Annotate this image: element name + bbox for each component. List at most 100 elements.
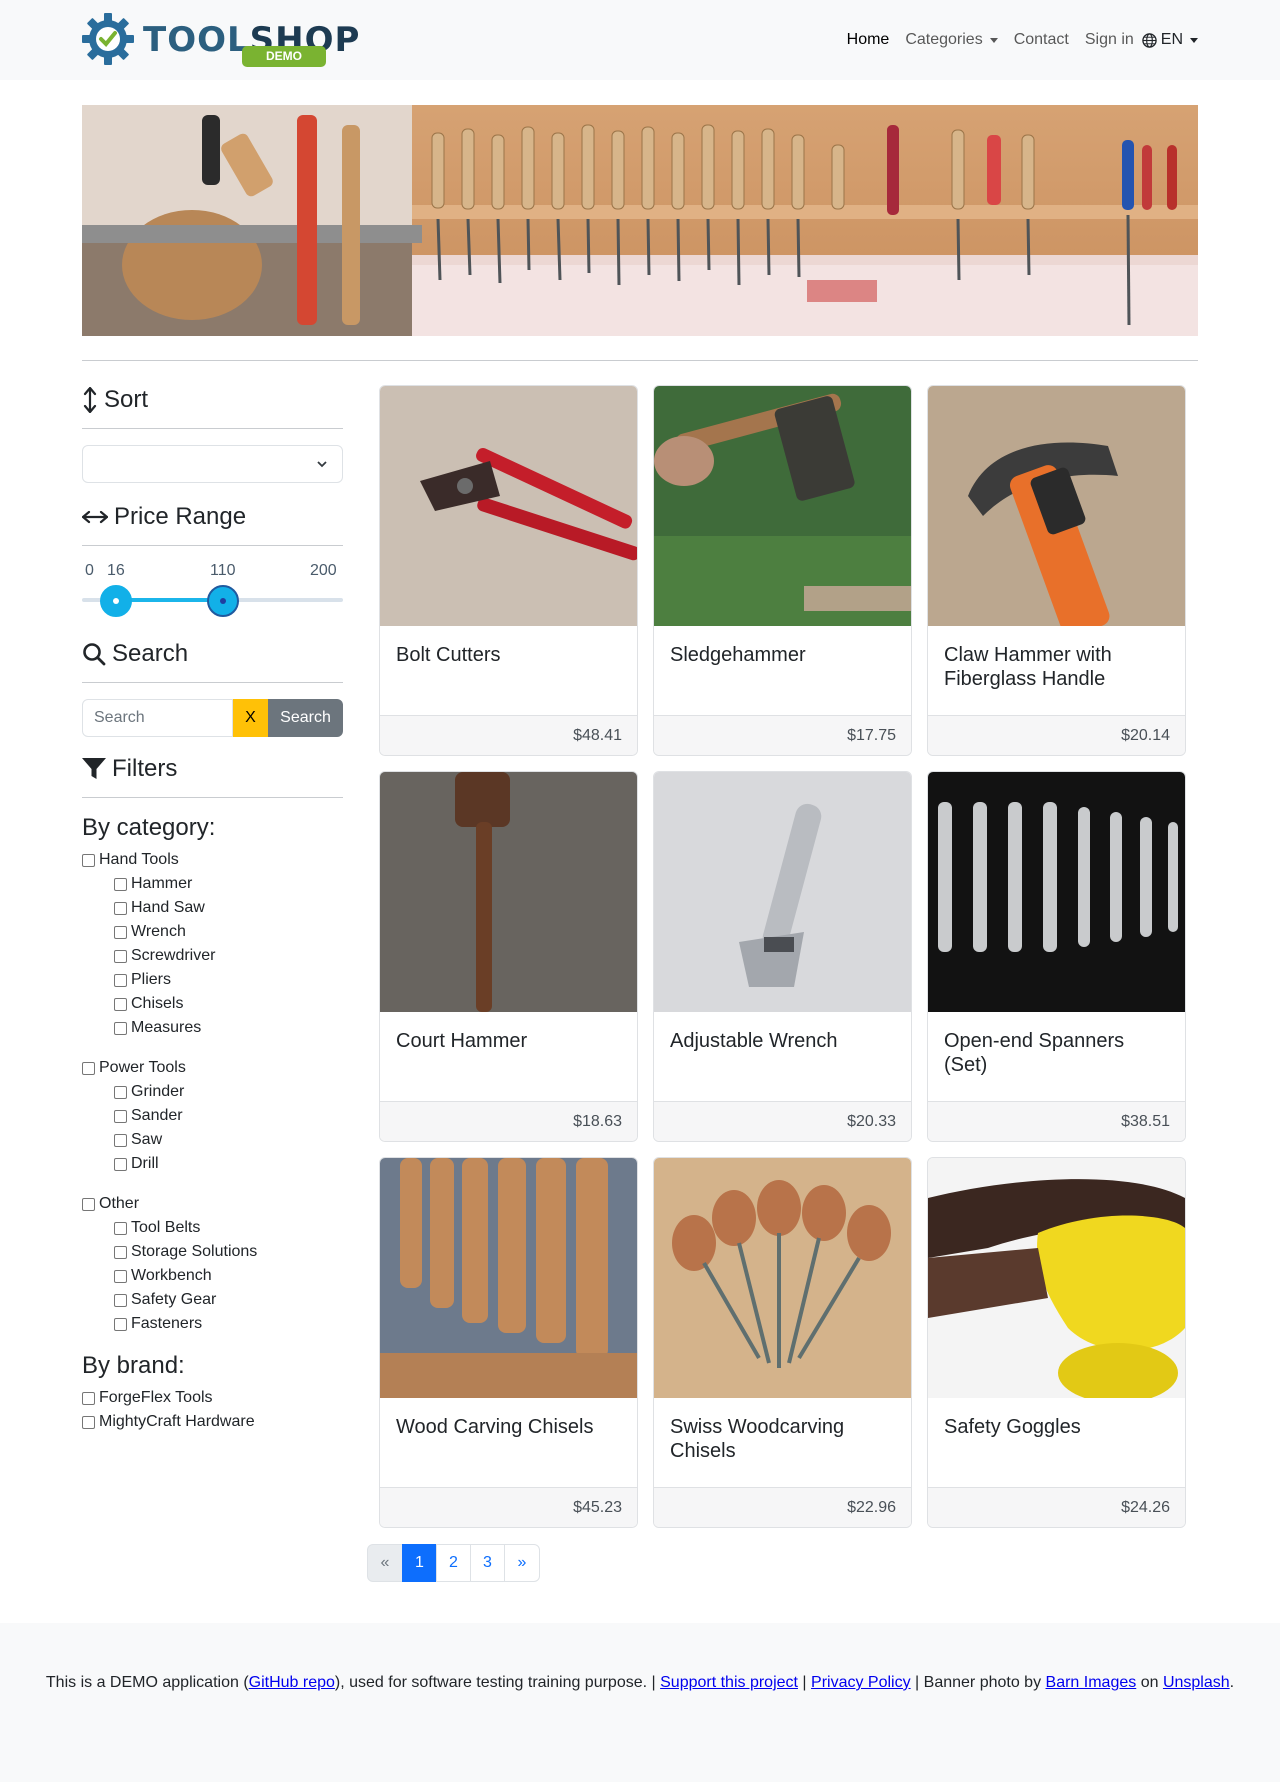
subcategory-checkbox[interactable]: Sander (82, 1104, 343, 1128)
chevron-down-icon (1190, 37, 1198, 43)
price-min-label: 0 (85, 562, 94, 579)
product-card[interactable]: Wood Carving Chisels $45.23 (379, 1157, 638, 1528)
checkbox[interactable] (114, 1133, 127, 1147)
nav-signin[interactable]: Sign in (1077, 31, 1134, 49)
price-range-heading-label: Price Range (114, 503, 247, 530)
checkbox[interactable] (82, 1391, 95, 1405)
language-label: EN (1160, 31, 1183, 48)
brand-logo[interactable]: TOOLSHOP DEMO (82, 13, 359, 69)
checkbox[interactable] (114, 1157, 127, 1171)
unsplash-link[interactable]: Unsplash (1163, 1674, 1230, 1691)
pagination-prev[interactable]: « (367, 1544, 403, 1582)
checkbox[interactable] (114, 1021, 127, 1035)
nav-contact[interactable]: Contact (1006, 31, 1077, 49)
globe-icon (1142, 32, 1157, 48)
product-card[interactable]: Safety Goggles $24.26 (927, 1157, 1186, 1528)
pagination-page-2[interactable]: 2 (436, 1544, 471, 1582)
banner-image (82, 105, 1198, 336)
checkbox[interactable] (114, 1269, 127, 1283)
slider-handle-high[interactable] (207, 585, 239, 617)
checkbox[interactable] (82, 1415, 95, 1429)
product-name: Bolt Cutters (396, 644, 501, 666)
category-checkbox[interactable]: Other (82, 1192, 343, 1216)
pagination-next[interactable]: » (504, 1544, 540, 1582)
category-label: Hand Tools (99, 851, 179, 868)
search-input[interactable]: Search (82, 699, 233, 737)
sort-arrows-icon (83, 387, 97, 413)
category-label: Power Tools (99, 1059, 186, 1076)
product-price: $20.14 (928, 715, 1185, 755)
subcategory-checkbox[interactable]: Grinder (82, 1080, 343, 1104)
subcategory-label: Hand Saw (131, 899, 205, 916)
pagination-page-3[interactable]: 3 (470, 1544, 505, 1582)
price-range-heading: Price Range (82, 497, 343, 537)
sort-select[interactable] (82, 445, 343, 483)
checkbox[interactable] (114, 1245, 127, 1259)
checkbox[interactable] (114, 997, 127, 1011)
checkbox[interactable] (114, 901, 127, 915)
slider-handle-low[interactable] (100, 585, 132, 617)
pagination-page-1[interactable]: 1 (402, 1544, 437, 1582)
subcategory-checkbox[interactable]: Drill (82, 1152, 343, 1176)
product-card[interactable]: Adjustable Wrench $20.33 (653, 771, 912, 1142)
barn-images-link[interactable]: Barn Images (1046, 1674, 1137, 1691)
product-price: $20.33 (654, 1101, 911, 1141)
nav-home[interactable]: Home (839, 31, 898, 49)
product-name: Safety Goggles (944, 1416, 1081, 1438)
subcategory-label: Fasteners (131, 1315, 203, 1332)
category-checkbox[interactable]: Power Tools (82, 1056, 343, 1080)
checkbox[interactable] (114, 1085, 127, 1099)
subcategory-label: Drill (131, 1155, 159, 1172)
checkbox[interactable] (114, 1317, 127, 1331)
subcategory-checkbox[interactable]: Workbench (82, 1264, 343, 1288)
product-card[interactable]: Court Hammer $18.63 (379, 771, 638, 1142)
subcategory-checkbox[interactable]: Wrench (82, 920, 343, 944)
subcategory-checkbox[interactable]: Tool Belts (82, 1216, 343, 1240)
horizontal-arrows-icon (82, 510, 108, 524)
product-name: Court Hammer (396, 1030, 528, 1052)
checkbox[interactable] (114, 973, 127, 987)
brand-checkbox[interactable]: MightyCraft Hardware (82, 1410, 343, 1434)
subcategory-checkbox[interactable]: Storage Solutions (82, 1240, 343, 1264)
subcategory-checkbox[interactable]: Chisels (82, 992, 343, 1016)
checkbox[interactable] (82, 1197, 95, 1211)
subcategory-checkbox[interactable]: Safety Gear (82, 1288, 343, 1312)
nav-categories[interactable]: Categories (897, 31, 1005, 49)
product-image-claw-hammer (928, 386, 1185, 626)
privacy-policy-link[interactable]: Privacy Policy (811, 1674, 911, 1691)
checkbox[interactable] (114, 1293, 127, 1307)
banner-tools-illustration (82, 105, 1198, 336)
product-price: $38.51 (928, 1101, 1185, 1141)
checkbox[interactable] (114, 925, 127, 939)
checkbox[interactable] (114, 1109, 127, 1123)
product-card[interactable]: Bolt Cutters $48.41 (379, 385, 638, 756)
github-repo-link[interactable]: GitHub repo (249, 1674, 335, 1691)
checkbox[interactable] (114, 1221, 127, 1235)
subcategory-checkbox[interactable]: Hammer (82, 872, 343, 896)
category-checkbox[interactable]: Hand Tools (82, 848, 343, 872)
subcategory-checkbox[interactable]: Hand Saw (82, 896, 343, 920)
product-card[interactable]: Open-end Spanners (Set) $38.51 (927, 771, 1186, 1142)
category-group: Other Tool Belts Storage Solutions Workbenc… (82, 1192, 343, 1336)
search-submit-button[interactable]: Search (268, 699, 343, 737)
subcategory-checkbox[interactable]: Fasteners (82, 1312, 343, 1336)
checkbox[interactable] (82, 1061, 95, 1075)
price-max-label: 200 (310, 562, 337, 579)
language-selector[interactable]: EN (1134, 31, 1198, 49)
product-card[interactable]: Claw Hammer with Fiberglass Handle $20.1… (927, 385, 1186, 756)
support-project-link[interactable]: Support this project (660, 1674, 798, 1691)
sort-heading-label: Sort (104, 386, 149, 413)
search-clear-button[interactable]: X (233, 699, 268, 737)
product-card[interactable]: Sledgehammer $17.75 (653, 385, 912, 756)
brand-checkbox[interactable]: ForgeFlex Tools (82, 1386, 343, 1410)
checkbox[interactable] (82, 853, 95, 867)
price-range-slider[interactable]: 0 16 110 200 (82, 562, 343, 634)
checkbox[interactable] (114, 877, 127, 891)
subcategory-checkbox[interactable]: Measures (82, 1016, 343, 1040)
subcategory-checkbox[interactable]: Saw (82, 1128, 343, 1152)
checkbox[interactable] (114, 949, 127, 963)
subcategory-checkbox[interactable]: Screwdriver (82, 944, 343, 968)
product-card[interactable]: Swiss Woodcarving Chisels $22.96 (653, 1157, 912, 1528)
subcategory-checkbox[interactable]: Pliers (82, 968, 343, 992)
brand-label: ForgeFlex Tools (99, 1389, 213, 1406)
